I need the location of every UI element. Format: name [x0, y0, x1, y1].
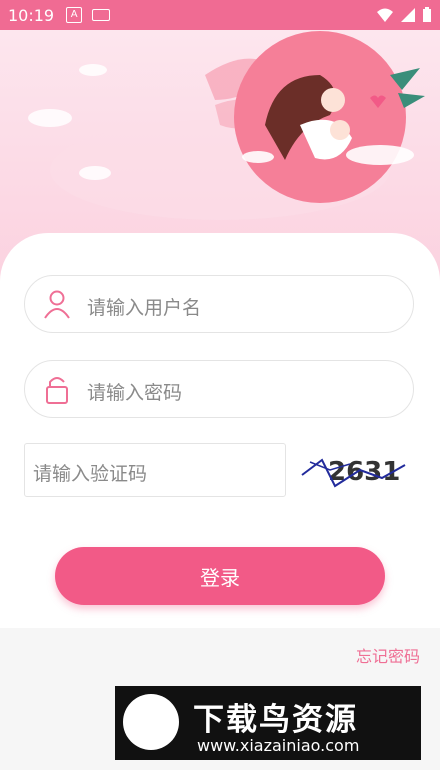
- password-field[interactable]: 请输入密码: [24, 360, 414, 418]
- wifi-icon: [377, 8, 393, 22]
- forgot-password-link[interactable]: 忘记密码: [356, 643, 420, 667]
- captcha-image[interactable]: 2631: [300, 450, 410, 490]
- status-time: 10:19: [8, 5, 55, 25]
- captcha-placeholder: 请输入验证码: [33, 463, 148, 485]
- cloud-icon: [79, 166, 111, 180]
- cloud-icon: [28, 109, 72, 127]
- battery-icon: [423, 7, 431, 22]
- user-icon: [44, 290, 70, 319]
- a-badge-icon: A: [66, 7, 83, 23]
- lock-icon: [46, 377, 68, 404]
- status-bar: 10:19 A: [0, 0, 440, 30]
- face-shape: [321, 88, 345, 112]
- password-placeholder: 请输入密码: [87, 382, 183, 404]
- bird-logo-icon: [123, 694, 179, 750]
- status-right: [376, 7, 432, 23]
- watermark: 下载鸟资源 www.xiazainiao.com: [115, 686, 421, 760]
- username-field[interactable]: 请输入用户名: [24, 275, 414, 333]
- watermark-title: 下载鸟资源: [193, 702, 358, 738]
- captcha-input[interactable]: 请输入验证码: [24, 443, 286, 497]
- signal-icon: [401, 8, 415, 22]
- username-placeholder: 请输入用户名: [87, 297, 202, 319]
- keyboard-icon: [92, 9, 111, 21]
- watermark-url: www.xiazainiao.com: [197, 736, 360, 755]
- cloud-icon: [242, 151, 274, 163]
- cloud-icon: [79, 64, 107, 76]
- login-button[interactable]: 登录: [55, 547, 385, 605]
- cloud-icon: [346, 145, 414, 165]
